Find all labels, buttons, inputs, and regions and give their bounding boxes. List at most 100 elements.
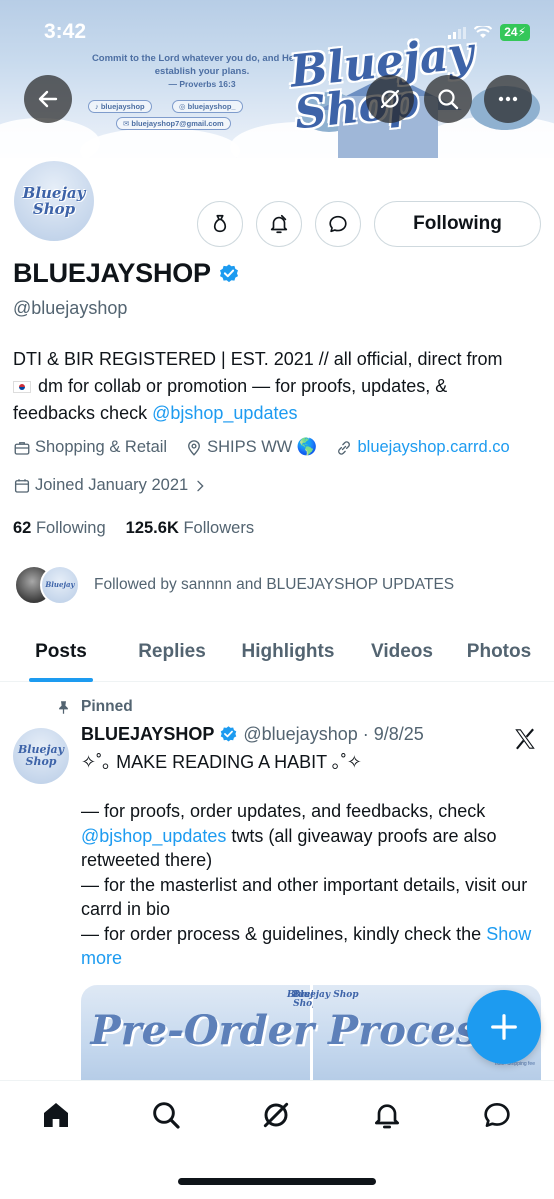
message-icon (329, 215, 347, 233)
location-item: SHIPS WW 🌎 (185, 438, 317, 457)
wifi-icon (474, 26, 493, 38)
grok-button[interactable] (366, 75, 414, 123)
more-icon (498, 96, 518, 102)
bell-icon (375, 1104, 399, 1129)
message-icon (484, 1103, 510, 1127)
nav-grok[interactable] (258, 1097, 294, 1133)
post-avatar-logo: Bluejay Shop (18, 743, 64, 768)
search-icon (153, 1102, 180, 1129)
verified-icon[interactable] (218, 263, 240, 285)
media-logo: Bluejay Shop (292, 990, 359, 1000)
post-body: ✧˚｡ MAKE READING A HABIT ｡˚✧ — for proof… (81, 750, 543, 971)
banner-quote-text: Commit to the Lord whatever you do, and … (91, 53, 313, 77)
banner-quote: Commit to the Lord whatever you do, and … (82, 52, 322, 91)
display-name: BLUEJAYSHOP (13, 258, 211, 288)
location-icon (188, 439, 201, 456)
followed-by-text: Followed by sannnn and BLUEJAYSHOP UPDAT… (94, 576, 455, 593)
briefcase-icon (14, 441, 30, 455)
pinned-label: Pinned (81, 698, 133, 715)
post-line-1: ✧˚｡ MAKE READING A HABIT ｡˚✧ (81, 752, 362, 772)
message-button[interactable] (315, 201, 361, 247)
bio-text-3: feedbacks check (13, 403, 148, 423)
signal-icon (448, 26, 467, 39)
banner-email-chip: ✉ bluejayshop7@gmail.com (116, 117, 231, 130)
tab-replies[interactable]: Replies (122, 622, 222, 681)
website-item[interactable]: bluejayshop.carrd.co (335, 438, 510, 457)
joined-item[interactable]: Joined January 2021 (13, 476, 208, 495)
compose-button[interactable] (467, 990, 541, 1064)
post-line-2: — for proofs, order updates, and feedbac… (81, 801, 486, 821)
back-button[interactable] (24, 75, 72, 123)
nav-messages[interactable] (479, 1097, 515, 1133)
banner-cloud (80, 128, 240, 158)
home-icon (44, 1103, 68, 1127)
x-logo-icon[interactable] (512, 726, 538, 752)
post-line-5: — for order process & guidelines, kindly… (81, 923, 482, 944)
category-item: Shopping & Retail (13, 438, 167, 457)
banner-quote-ref: — Proverbs 16:3 (168, 79, 236, 89)
followers-label: Followers (183, 519, 255, 537)
follow-counts: 62 Following 125.6K Followers (13, 519, 254, 538)
bio-text-2: dm for collab or promotion — for proofs,… (38, 376, 448, 396)
profile-name-row: BLUEJAYSHOP (13, 258, 240, 289)
post-mention-link[interactable]: @bjshop_updates (81, 826, 226, 846)
website-link[interactable]: bluejayshop.carrd.co (357, 438, 509, 457)
tip-button[interactable] (197, 201, 243, 247)
following-count: 62 (13, 519, 32, 537)
post-header: BLUEJAYSHOP @bluejayshop · 9/8/25 (81, 724, 424, 745)
profile-avatar[interactable]: Bluejay Shop (10, 157, 98, 245)
joined-text: Joined January 2021 (35, 476, 189, 494)
search-button[interactable] (424, 75, 472, 123)
followed-by-row[interactable]: Bluejay Followed by sannnn and BLUEJAYSH… (14, 565, 454, 605)
banner-instagram-chip: ◎ bluejayshop_ (172, 100, 243, 113)
grok-icon (263, 1102, 289, 1128)
status-time: 3:42 (44, 20, 87, 43)
battery-level: 24 (504, 25, 518, 39)
calendar-icon (14, 478, 30, 493)
following-count-link[interactable]: 62 Following (13, 519, 106, 538)
instagram-handle: bluejayshop_ (187, 102, 236, 111)
banner-tiktok-chip: ♪ bluejayshop (88, 100, 152, 113)
profile-tabs: Posts Replies Highlights Videos Photos (0, 622, 554, 682)
link-icon (338, 440, 351, 455)
tab-photos[interactable]: Photos (450, 622, 548, 681)
search-icon (438, 89, 459, 110)
nav-home[interactable] (38, 1097, 74, 1133)
home-indicator (178, 1178, 376, 1185)
avatar-logo-text: Bluejay Shop (22, 184, 86, 218)
following-label: Following (35, 519, 106, 537)
tab-posts[interactable]: Posts (0, 622, 122, 681)
grok-icon (380, 89, 400, 109)
category-text: Shopping & Retail (35, 438, 168, 456)
back-icon (38, 90, 58, 108)
avatar-image: Bluejay Shop (14, 161, 94, 241)
nav-search[interactable] (148, 1097, 184, 1133)
location-text: SHIPS WW 🌎 (207, 438, 318, 456)
battery-indicator: 24⚡ (500, 24, 530, 41)
verified-icon (221, 726, 237, 742)
more-button[interactable] (484, 75, 532, 123)
money-bag-icon (213, 214, 227, 233)
nav-notifications[interactable] (369, 1097, 405, 1133)
plus-icon (491, 1014, 517, 1040)
profile-handle: @bluejayshop (13, 298, 128, 318)
email-address: bluejayshop7@gmail.com (131, 119, 224, 128)
pinned-label-row: Pinned (56, 698, 133, 716)
tiktok-handle: bluejayshop (100, 102, 145, 111)
follower-avatar: Bluejay (40, 565, 80, 605)
post-avatar[interactable]: Bluejay Shop (13, 728, 69, 784)
followers-count: 125.6K (125, 519, 179, 537)
post-author-name[interactable]: BLUEJAYSHOP (81, 724, 214, 745)
profile-meta-row: Shopping & Retail SHIPS WW 🌎 bluejayshop… (13, 438, 528, 457)
followers-count-link[interactable]: 125.6K Followers (126, 519, 254, 538)
chevron-right-icon (197, 480, 204, 491)
bio-text-1: DTI & BIR REGISTERED | EST. 2021 // all … (13, 349, 503, 369)
status-icons: 24⚡ (448, 24, 530, 41)
tab-highlights[interactable]: Highlights (222, 622, 354, 681)
notifications-button[interactable] (256, 201, 302, 247)
tab-videos[interactable]: Videos (354, 622, 450, 681)
post-meta: @bluejayshop · 9/8/25 (243, 724, 424, 744)
joined-row[interactable]: Joined January 2021 (13, 476, 226, 495)
bio-mention-link[interactable]: @bjshop_updates (152, 403, 297, 423)
following-button[interactable]: Following (374, 201, 541, 247)
